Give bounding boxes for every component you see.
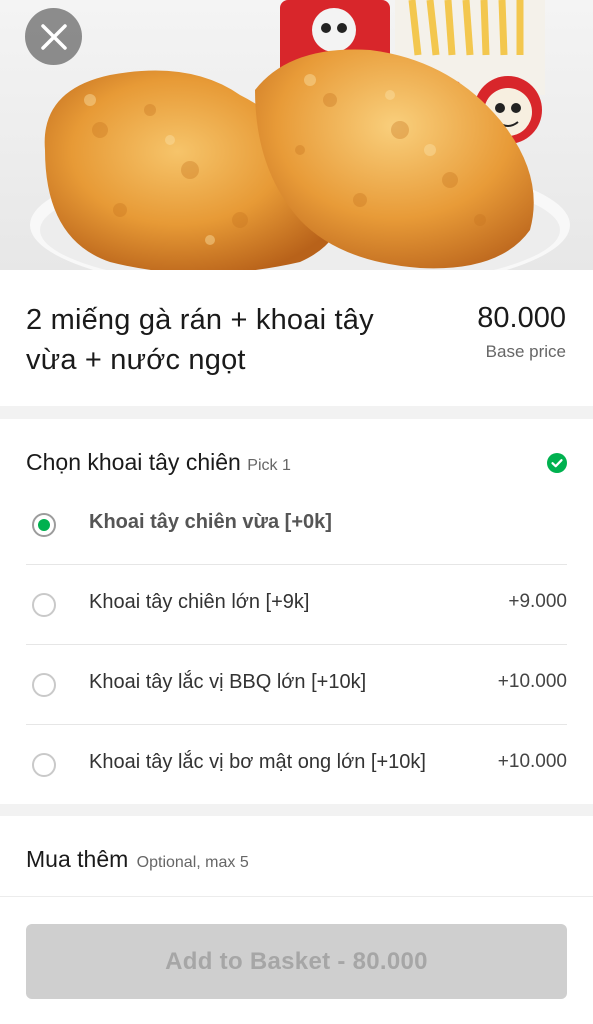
extras-hint: Optional, max 5 <box>136 854 249 871</box>
base-price-caption: Base price <box>485 342 566 361</box>
option-price: +9.000 <box>508 591 567 612</box>
extras-group: Mua thêm Optional, max 5 <box>0 816 593 896</box>
close-icon <box>40 23 67 50</box>
add-to-basket-button[interactable]: Add to Basket - 80.000 <box>26 924 567 999</box>
option-label: Khoai tây lắc vị bơ mật ong lớn [+10k] <box>89 751 426 773</box>
option-price: +10.000 <box>497 671 567 692</box>
close-button[interactable] <box>25 8 82 65</box>
option-group-fries: Chọn khoai tây chiên Pick 1 Khoai tây ch… <box>0 419 593 804</box>
check-circle-icon <box>547 453 567 473</box>
radio-icon[interactable] <box>32 593 56 617</box>
option-price: +10.000 <box>497 751 567 772</box>
fried-chicken-illustration: llibee <box>30 0 570 270</box>
item-title: 2 miếng gà rán + khoai tây vừa + nước ng… <box>26 304 374 376</box>
radio-icon-selected[interactable] <box>32 513 56 537</box>
item-header: 2 miếng gà rán + khoai tây vừa + nước ng… <box>0 270 593 406</box>
option-group-hint: Pick 1 <box>247 457 291 474</box>
option-group-header: Chọn khoai tây chiên Pick 1 <box>26 449 567 479</box>
option-item-honey-butter-large[interactable]: Khoai tây lắc vị bơ mật ong lớn [+10k] +… <box>26 725 567 805</box>
extras-title: Mua thêm <box>26 846 129 872</box>
extras-title-row: Mua thêm Optional, max 5 <box>26 846 249 873</box>
radio-icon[interactable] <box>32 673 56 697</box>
radio-icon[interactable] <box>32 753 56 777</box>
hero-image: llibee <box>0 0 593 270</box>
option-label: Khoai tây chiên lớn [+9k] <box>89 591 310 613</box>
option-item-fries-medium[interactable]: Khoai tây chiên vừa [+0k] <box>26 485 567 565</box>
option-label: Khoai tây lắc vị BBQ lớn [+10k] <box>89 671 367 693</box>
section-divider <box>0 406 593 419</box>
option-group-title: Chọn khoai tây chiên <box>26 449 241 475</box>
option-label: Khoai tây chiên vừa [+0k] <box>89 511 332 533</box>
item-price: 80.000 <box>477 302 566 334</box>
option-item-fries-large[interactable]: Khoai tây chiên lớn [+9k] +9.000 <box>26 565 567 645</box>
footer: Add to Basket - 80.000 <box>0 896 593 1024</box>
option-item-bbq-large[interactable]: Khoai tây lắc vị BBQ lớn [+10k] +10.000 <box>26 645 567 725</box>
